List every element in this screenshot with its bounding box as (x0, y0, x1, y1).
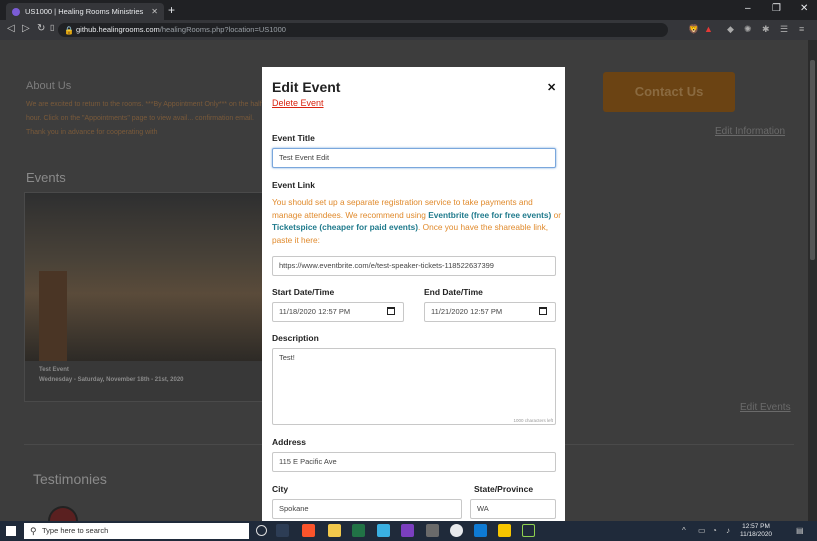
reading-list-icon[interactable]: ☰ (780, 24, 788, 35)
taskbar-clock[interactable]: 12:57 PM 11/18/2020 (740, 523, 772, 539)
description-textarea[interactable]: Test! 1000 characters left (272, 348, 556, 425)
state-province-label: State/Province (474, 484, 534, 494)
sticky-notes-icon[interactable] (498, 524, 511, 537)
menu-icon[interactable]: ≡ (799, 24, 804, 34)
delete-event-link[interactable]: Delete Event (272, 98, 324, 108)
address-bar-row: ◁ ▷ ↻ ▯ 🔒 github.healingrooms.com/healing… (0, 20, 817, 40)
end-datetime-input[interactable]: 11/21/2020 12:57 PM (424, 302, 556, 322)
settings-icon[interactable]: ✺ (744, 24, 752, 35)
about-heading: About Us (26, 80, 72, 92)
event-card-date: Wednesday - Saturday, November 18th - 21… (39, 377, 184, 383)
new-tab-button[interactable]: + (168, 3, 175, 17)
clock-tower-shape (39, 271, 67, 361)
onenote-icon[interactable] (401, 524, 414, 537)
taskbar-search-input[interactable]: ⚲ Type here to search (24, 523, 249, 539)
event-link-label: Event Link (272, 180, 315, 190)
edit-events-link[interactable]: Edit Events (740, 402, 791, 413)
events-heading: Events (26, 170, 66, 185)
battery-icon[interactable]: ▭ (698, 526, 706, 535)
app-icon[interactable] (377, 524, 390, 537)
browser-tab-bar: US1000 | Healing Rooms Ministries ✕ + – … (0, 0, 817, 20)
eventbrite-link[interactable]: Eventbrite (free for free events) (428, 210, 551, 220)
app-icon[interactable] (426, 524, 439, 537)
event-title-label: Event Title (272, 133, 315, 143)
end-datetime-label: End Date/Time (424, 287, 483, 297)
tab-title: US1000 | Healing Rooms Ministries (25, 7, 144, 16)
clock-date: 11/18/2020 (740, 531, 773, 538)
browser-tab[interactable]: US1000 | Healing Rooms Ministries ✕ (6, 3, 164, 20)
start-datetime-input[interactable]: 11/18/2020 12:57 PM (272, 302, 404, 322)
bookmark-icon[interactable]: ▯ (50, 23, 54, 32)
testimony-avatar (48, 506, 78, 521)
minimize-icon[interactable]: – (745, 3, 751, 14)
event-link-input[interactable]: https://www.eventbrite.com/e/test-speake… (272, 256, 556, 276)
event-image (25, 193, 263, 361)
description-value: Test! (279, 353, 295, 362)
description-label: Description (272, 333, 319, 343)
url-input[interactable]: 🔒 github.healingrooms.com/healingRooms.ph… (58, 23, 668, 37)
puzzle-icon[interactable]: ✱ (762, 24, 770, 35)
address-input[interactable]: 115 E Pacific Ave (272, 452, 556, 472)
event-card-title: Test Event (39, 367, 69, 373)
maximize-icon[interactable]: ❐ (772, 3, 781, 14)
file-explorer-icon[interactable] (328, 524, 341, 537)
start-datetime-value: 11/18/2020 12:57 PM (279, 307, 351, 316)
search-placeholder: Type here to search (42, 526, 109, 535)
reload-icon[interactable]: ↻ (37, 23, 45, 34)
calendar-icon[interactable] (539, 307, 547, 315)
brave-browser-icon[interactable] (302, 524, 315, 537)
clock-time: 12:57 PM (742, 523, 770, 530)
excel-icon[interactable] (352, 524, 365, 537)
info-text-or: or (551, 209, 561, 220)
edit-information-link[interactable]: Edit Information (715, 126, 785, 137)
vscode-icon[interactable] (474, 524, 487, 537)
start-datetime-label: Start Date/Time (272, 287, 335, 297)
url-path: /healingRooms.php?location=US1000 (159, 25, 286, 34)
extension-icon[interactable]: ◆ (727, 24, 734, 35)
testimonies-heading: Testimonies (33, 471, 107, 487)
scrollbar-thumb[interactable] (810, 60, 815, 260)
about-text: We are excited to return to the rooms. *… (26, 101, 262, 136)
tab-close-icon[interactable]: ✕ (151, 7, 158, 16)
brave-rewards-icon[interactable]: ▲ (704, 24, 713, 34)
event-title-input[interactable]: Test Event Edit (272, 148, 556, 168)
notifications-icon[interactable]: ▤ (796, 526, 804, 535)
end-datetime-value: 11/21/2020 12:57 PM (431, 307, 503, 316)
cortana-icon[interactable] (256, 525, 267, 536)
task-view-icon[interactable] (276, 524, 289, 537)
city-input[interactable]: Spokane (272, 499, 462, 519)
network-icon[interactable]: ◔ (712, 526, 717, 535)
chrome-icon[interactable] (450, 524, 463, 537)
contact-us-button[interactable]: Contact Us (603, 72, 735, 112)
back-icon[interactable]: ◁ (7, 23, 15, 34)
windows-taskbar: ⚲ Type here to search ^ ▭ ◔ ♪ 12:57 PM 1… (0, 521, 817, 541)
app-icon[interactable] (522, 524, 535, 537)
ticketspice-link[interactable]: Ticketspice (cheaper for paid events) (272, 222, 418, 232)
tray-chevron-icon[interactable]: ^ (682, 526, 686, 535)
calendar-icon[interactable] (387, 307, 395, 315)
site-favicon-icon (12, 7, 20, 16)
address-label: Address (272, 437, 307, 447)
registration-info-text: You should set up a separate registratio… (272, 196, 562, 246)
search-icon: ⚲ (30, 526, 37, 536)
window-close-icon[interactable]: ✕ (800, 3, 808, 14)
url-host: github.healingrooms.com (76, 25, 160, 34)
event-card[interactable]: Test Event Wednesday - Saturday, Novembe… (24, 192, 264, 402)
lock-icon: 🔒 (64, 26, 74, 35)
modal-title: Edit Event (272, 79, 341, 95)
volume-icon[interactable]: ♪ (726, 526, 730, 535)
close-icon[interactable]: ✕ (547, 81, 556, 94)
character-counter: 1000 characters left (513, 418, 553, 423)
windows-start-icon[interactable] (6, 526, 16, 536)
edit-event-modal: Edit Event ✕ Delete Event Event Title Te… (262, 67, 565, 521)
city-label: City (272, 484, 289, 494)
brave-shield-icon[interactable]: 🦁 (688, 24, 699, 35)
forward-icon[interactable]: ▷ (22, 23, 30, 34)
state-province-input[interactable]: WA (470, 499, 556, 519)
